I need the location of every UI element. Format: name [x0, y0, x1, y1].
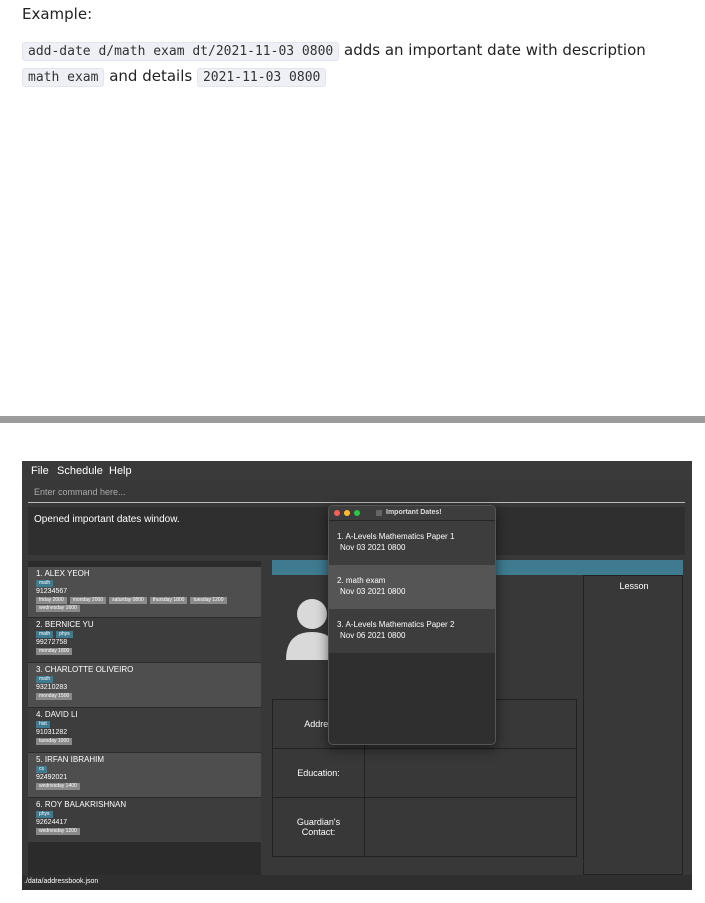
lesson-tag: monday 1800	[36, 648, 73, 655]
person-phone: 91031282	[36, 729, 68, 736]
menu-schedule[interactable]: Schedule	[57, 465, 103, 477]
person-name: 4. DAVID LI	[36, 710, 78, 719]
tag-list: cs	[36, 766, 50, 773]
command-code: add-date d/math exam dt/2021-11-03 0800	[22, 42, 340, 61]
lesson-list: wednesday 1200	[36, 828, 83, 835]
lesson-tag: monday 2000	[69, 597, 107, 604]
window-app-icon	[376, 510, 382, 516]
date-description: 3. A-Levels Mathematics Paper 2	[337, 620, 455, 629]
menu-bar: File Schedule Help	[22, 461, 692, 481]
lesson-tag: monday 1500	[36, 693, 73, 700]
person-phone: 93210283	[36, 684, 68, 691]
lesson-tag: tuesday 1000	[36, 738, 73, 745]
tag-list: math	[36, 580, 56, 587]
guardian-label: Guardian's Contact:	[273, 798, 365, 856]
subject-tag: math	[36, 676, 54, 683]
tag-list: hist	[36, 721, 53, 728]
person-phone: 92624417	[36, 819, 68, 826]
person-card[interactable]: 5. IRFAN IBRAHIM cs 92492021 wednesday 1400	[28, 753, 261, 797]
lesson-tag: friday 2000	[36, 597, 67, 604]
tag-list: phys	[36, 811, 56, 818]
date-datetime: Nov 03 2021 0800	[340, 543, 406, 552]
lesson-tag: thursday 1800	[149, 597, 188, 604]
status-path: ./data/addressbook.json	[24, 878, 99, 885]
command-placeholder: Enter command here...	[34, 487, 126, 497]
education-label: Education:	[273, 749, 365, 797]
person-card[interactable]: 3. CHARLOTTE OLIVEIRO math 93210283 monday …	[28, 663, 261, 707]
lesson-list: friday 2000 monday 2000 saturday 0800 thurs…	[36, 597, 230, 604]
person-phone: 92492021	[36, 774, 68, 781]
person-list[interactable]: 1. ALEX YEOH math 91234567 friday 2000 monda…	[28, 561, 261, 881]
lesson-tag: saturday 0800	[109, 597, 147, 604]
person-name: 3. CHARLOTTE OLIVEIRO	[36, 665, 134, 674]
subject-tag: phys	[56, 631, 73, 638]
education-row: Education:	[272, 748, 577, 798]
tag-list: math	[36, 676, 56, 683]
date-item[interactable]: 1. A-Levels Mathematics Paper 1 Nov 03 2…	[329, 521, 495, 565]
menu-file[interactable]: File	[31, 465, 49, 477]
lesson-tag: wednesday 1400	[36, 783, 80, 790]
subject-tag: cs	[36, 766, 47, 773]
person-name: 6. ROY BALAKRISHNAN	[36, 800, 127, 809]
subject-tag: math	[36, 580, 54, 587]
date-item[interactable]: 2. math exam Nov 03 2021 0800	[329, 565, 495, 609]
menu-help[interactable]: Help	[109, 465, 132, 477]
lesson-tag: wednesday 1200	[36, 828, 80, 835]
subject-tag: hist	[36, 721, 50, 728]
date-datetime: Nov 03 2021 0800	[340, 587, 406, 596]
popup-title: Important Dates!	[386, 509, 442, 516]
example-heading: Example:	[22, 5, 93, 23]
text-and-details: and details	[104, 67, 197, 85]
lesson-tag: tuesday 1200	[190, 597, 227, 604]
subject-tag: math	[36, 631, 54, 638]
text-after-command: adds an important date with description	[339, 41, 646, 59]
close-dot-icon[interactable]	[334, 510, 340, 516]
example-paragraph: add-date d/math exam dt/2021-11-03 0800 …	[22, 38, 687, 90]
person-phone: 99272758	[36, 639, 68, 646]
person-card[interactable]: 2. BERNICE YU math phys 99272758 monday 1800	[28, 618, 261, 662]
date-description: 2. math exam	[337, 576, 386, 585]
command-input[interactable]: Enter command here...	[28, 484, 685, 503]
person-name: 1. ALEX YEOH	[36, 569, 90, 578]
date-item[interactable]: 3. A-Levels Mathematics Paper 2 Nov 06 2…	[329, 609, 495, 653]
person-card[interactable]: 1. ALEX YEOH math 91234567 friday 2000 monda…	[28, 567, 261, 617]
details-code: 2021-11-03 0800	[196, 68, 327, 87]
lesson-tag: wednesday 1600	[36, 605, 80, 612]
lesson-list: tuesday 1000	[36, 738, 75, 745]
guardian-row: Guardian's Contact:	[272, 797, 577, 857]
lesson-header: Lesson	[619, 581, 649, 591]
subject-tag: phys	[36, 811, 53, 818]
person-name: 2. BERNICE YU	[36, 620, 94, 629]
tag-list: math phys	[36, 631, 76, 638]
lesson-list: monday 1500	[36, 693, 75, 700]
lesson-column: Lesson	[583, 575, 683, 875]
person-card[interactable]: 6. ROY BALAKRISHNAN phys 92624417 wednesday…	[28, 798, 261, 842]
important-dates-window[interactable]: Important Dates! 1. A-Levels Mathematics…	[328, 505, 496, 745]
section-separator	[0, 416, 705, 423]
lesson-list: monday 1800	[36, 648, 75, 655]
person-name: 5. IRFAN IBRAHIM	[36, 755, 105, 764]
person-phone: 91234567	[36, 588, 68, 595]
popup-titlebar[interactable]: Important Dates!	[329, 506, 495, 521]
status-bar: ./data/addressbook.json	[22, 875, 692, 890]
person-card[interactable]: 4. DAVID LI hist 91031282 tuesday 1000	[28, 708, 261, 752]
lesson-list-row2: wednesday 1600	[36, 605, 83, 612]
description-code: math exam	[22, 68, 105, 87]
date-description: 1. A-Levels Mathematics Paper 1	[337, 532, 455, 541]
date-datetime: Nov 06 2021 0800	[340, 631, 406, 640]
zoom-dot-icon[interactable]	[354, 510, 360, 516]
result-message: Opened important dates window.	[34, 514, 180, 525]
minimize-dot-icon[interactable]	[344, 510, 350, 516]
lesson-list: wednesday 1400	[36, 783, 83, 790]
